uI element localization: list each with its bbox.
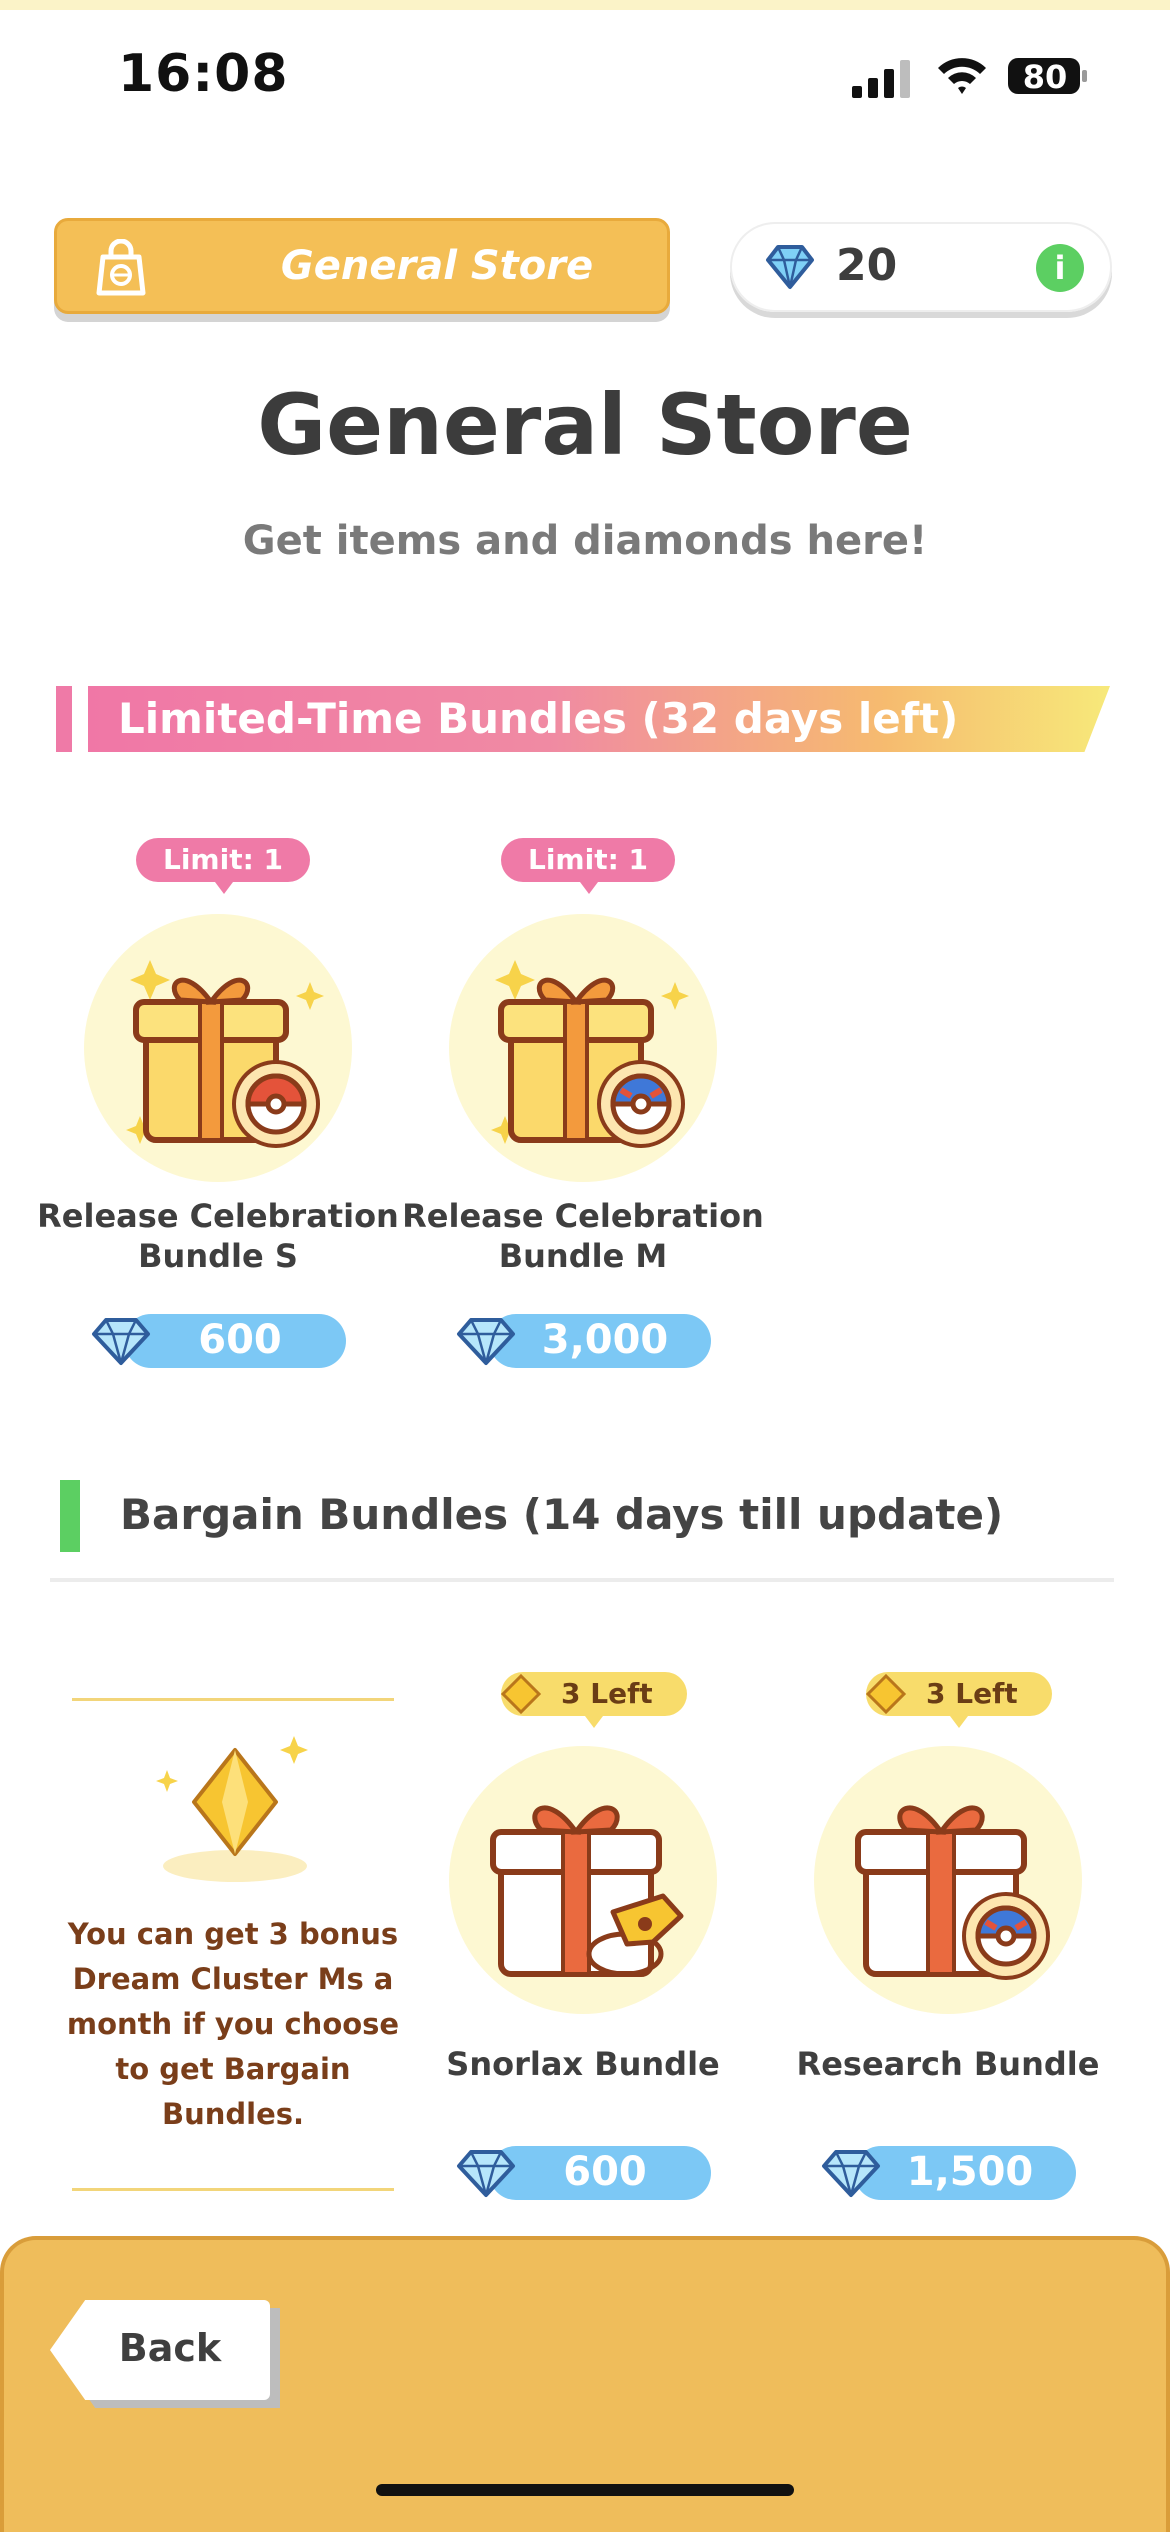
price-tag: 600	[455, 2146, 715, 2200]
general-store-button[interactable]: General Store	[54, 218, 670, 314]
divider	[50, 1578, 1114, 1582]
price-tag: 3,000	[455, 1314, 715, 1368]
page-subtitle: Get items and diamonds here!	[242, 518, 928, 564]
divider	[72, 2188, 394, 2191]
info-icon[interactable]: i	[1036, 244, 1084, 292]
price-value: 600	[563, 2149, 647, 2195]
stock-label: 3 Left	[561, 1677, 653, 1710]
diamond-balance[interactable]: 20 i	[730, 222, 1112, 312]
poke-ball-icon	[232, 1060, 320, 1148]
limit-tag: Limit: 1	[501, 838, 675, 894]
diamond-count: 20	[836, 240, 898, 291]
bundle-name-line2: Bundle S	[138, 1237, 298, 1275]
status-time: 16:08	[118, 44, 289, 104]
stock-label: 3 Left	[926, 1677, 1018, 1710]
dream-cluster-icon	[156, 1736, 308, 1882]
shopping-bag-icon	[96, 239, 146, 296]
battery-icon: 80	[1006, 54, 1090, 98]
great-ball-icon	[962, 1892, 1050, 1980]
stock-tag: 3 Left	[501, 1672, 687, 1728]
dream-cluster-icon	[866, 1673, 906, 1715]
bundle-name-line1: Release Celebration	[402, 1197, 764, 1235]
whistle-icon	[583, 1882, 693, 1982]
top-strip	[0, 0, 1170, 10]
cellular-signal-icon	[852, 60, 910, 98]
page-title: General Store	[257, 376, 913, 474]
diamond-icon	[766, 245, 814, 289]
back-button[interactable]: Back	[50, 2300, 280, 2408]
limited-bundles-title: Limited-Time Bundles (32 days left)	[118, 694, 959, 743]
great-ball-icon	[597, 1060, 685, 1148]
limited-bundles-banner: Limited-Time Bundles (32 days left)	[88, 686, 1110, 752]
wifi-icon	[938, 58, 986, 94]
price-value: 3,000	[541, 1317, 669, 1363]
limit-tag: Limit: 1	[136, 838, 310, 894]
bargain-info-text: You can get 3 bonus Dream Cluster Ms a m…	[66, 1917, 400, 2131]
price-tag: 1,500	[820, 2146, 1080, 2200]
price-value: 600	[198, 1317, 282, 1363]
bundle-name: Research Bundle	[796, 2045, 1100, 2083]
price-value: 1,500	[906, 2149, 1034, 2195]
home-indicator[interactable]	[376, 2484, 794, 2496]
store-button-label: General Store	[280, 243, 594, 289]
battery-level: 80	[1022, 58, 1068, 96]
bargain-accent-bar	[60, 1480, 80, 1552]
dream-cluster-icon	[501, 1673, 541, 1715]
bargain-bundles-title: Bargain Bundles (14 days till update)	[120, 1490, 1004, 1539]
divider	[72, 1698, 394, 1701]
bundle-name-line1: Release Celebration	[37, 1197, 399, 1235]
bundle-name-line2: Bundle M	[498, 1237, 668, 1275]
bundle-name: Snorlax Bundle	[446, 2045, 720, 2083]
limited-accent-bar	[56, 686, 72, 752]
back-button-label: Back	[118, 2326, 222, 2370]
price-tag: 600	[90, 1314, 350, 1368]
stock-tag: 3 Left	[866, 1672, 1052, 1728]
